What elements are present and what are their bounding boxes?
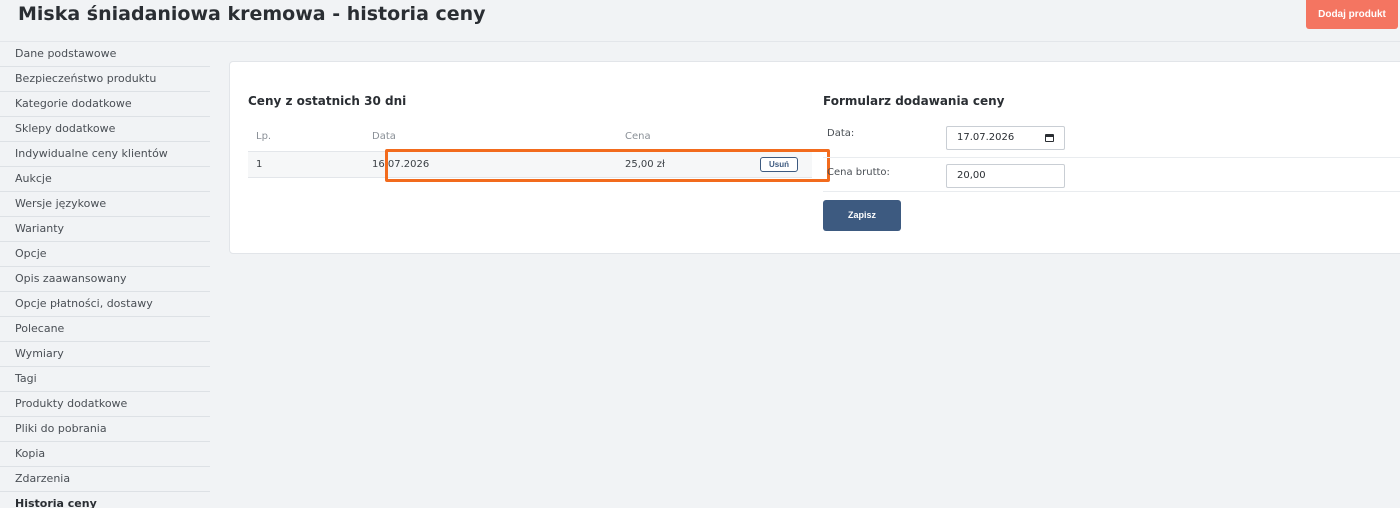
sidebar-item-pliki-do-pobrania[interactable]: Pliki do pobrania — [0, 417, 210, 442]
sidebar-item-kategorie-dodatkowe[interactable]: Kategorie dodatkowe — [0, 92, 210, 117]
sidebar-item-produkty-dodatkowe[interactable]: Produkty dodatkowe — [0, 392, 210, 417]
row-lp: 1 — [256, 159, 263, 170]
sidebar-item-warianty[interactable]: Warianty — [0, 217, 210, 242]
sidebar-item-wersje-jezykowe[interactable]: Wersje językowe — [0, 192, 210, 217]
price-input[interactable]: 20,00 — [946, 164, 1065, 188]
page-title: Miska śniadaniowa kremowa - historia cen… — [18, 3, 486, 25]
date-input[interactable]: 17.07.2026 — [946, 126, 1065, 150]
sidebar-item-bezpieczenstwo-produktu[interactable]: Bezpieczeństwo produktu — [0, 67, 210, 92]
sidebar: Dane podstawowe Bezpieczeństwo produktu … — [0, 42, 210, 508]
form-section-title: Formularz dodawania ceny — [823, 94, 1005, 108]
table-row: 1 16.07.2026 25,00 zł Usuń — [248, 149, 830, 182]
row-price: 25,00 zł — [625, 159, 665, 170]
add-price-form: Data: 17.07.2026 Cena brutto: 20,00 Zapi… — [823, 124, 1400, 231]
add-product-button[interactable]: Dodaj produkt — [1306, 0, 1398, 29]
sidebar-item-historia-ceny[interactable]: Historia ceny — [0, 492, 210, 508]
sidebar-item-kopia[interactable]: Kopia — [0, 442, 210, 467]
calendar-icon[interactable] — [1045, 134, 1054, 142]
save-button[interactable]: Zapisz — [823, 200, 901, 231]
sidebar-item-aukcje[interactable]: Aukcje — [0, 167, 210, 192]
sidebar-item-dane-podstawowe[interactable]: Dane podstawowe — [0, 42, 210, 67]
sidebar-item-zdarzenia[interactable]: Zdarzenia — [0, 467, 210, 492]
top-bar: Miska śniadaniowa kremowa - historia cen… — [0, 0, 1400, 42]
prices-table: Lp. Data Cena 1 16.07.2026 25,00 zł Usuń — [248, 124, 830, 182]
sidebar-item-tagi[interactable]: Tagi — [0, 367, 210, 392]
sidebar-item-opis-zaawansowany[interactable]: Opis zaawansowany — [0, 267, 210, 292]
sidebar-item-sklepy-dodatkowe[interactable]: Sklepy dodatkowe — [0, 117, 210, 142]
date-label: Data: — [827, 128, 855, 139]
price-label: Cena brutto: — [827, 167, 890, 178]
sidebar-item-opcje[interactable]: Opcje — [0, 242, 210, 267]
sidebar-item-opcje-platnosci[interactable]: Opcje płatności, dostawy — [0, 292, 210, 317]
date-row: Data: 17.07.2026 — [823, 124, 1400, 158]
date-value: 17.07.2026 — [957, 132, 1015, 143]
prices-section-title: Ceny z ostatnich 30 dni — [248, 94, 407, 108]
column-header-date: Data — [372, 131, 396, 142]
price-value: 20,00 — [957, 170, 986, 181]
row-date: 16.07.2026 — [372, 159, 430, 170]
column-header-price: Cena — [625, 131, 651, 142]
sidebar-item-indywidualne-ceny[interactable]: Indywidualne ceny klientów — [0, 142, 210, 167]
price-history-card: Ceny z ostatnich 30 dni Lp. Data Cena 1 … — [229, 61, 1400, 254]
sidebar-item-polecane[interactable]: Polecane — [0, 317, 210, 342]
table-header: Lp. Data Cena — [248, 124, 812, 151]
delete-price-button[interactable]: Usuń — [760, 157, 798, 172]
price-row: Cena brutto: 20,00 — [823, 158, 1400, 192]
column-header-lp: Lp. — [256, 131, 272, 142]
sidebar-item-wymiary[interactable]: Wymiary — [0, 342, 210, 367]
